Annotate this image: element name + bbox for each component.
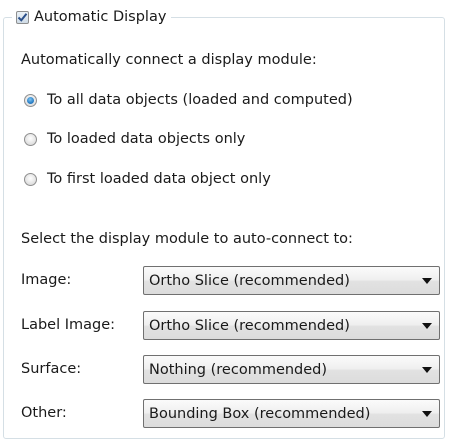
label-image-module-select[interactable]: Ortho Slice (recommended) [143, 311, 440, 340]
radio-button[interactable] [24, 132, 37, 146]
checkmark-icon [17, 12, 28, 22]
radio-first-loaded-object[interactable]: To first loaded data object only [24, 171, 271, 187]
triangle-down-icon [415, 400, 439, 427]
triangle-down-icon [415, 312, 439, 339]
radio-dot-icon [27, 96, 34, 104]
radio-button[interactable] [24, 172, 37, 186]
triangle-down-icon [415, 267, 439, 294]
connect-heading: Automatically connect a display module: [21, 52, 317, 68]
radio-label: To loaded data objects only [47, 131, 246, 147]
image-module-select[interactable]: Ortho Slice (recommended) [143, 266, 440, 295]
triangle-down-icon [415, 356, 439, 383]
surface-module-select[interactable]: Nothing (recommended) [143, 355, 440, 384]
select-value: Nothing (recommended) [149, 361, 328, 378]
radio-label: To first loaded data object only [47, 171, 271, 187]
other-label: Other: [21, 405, 67, 421]
surface-label: Surface: [21, 361, 82, 377]
label-image-label: Label Image: [21, 317, 116, 333]
surface-field-row: Surface: Nothing (recommended) [21, 355, 440, 385]
automatic-display-toggle[interactable]: Automatic Display [12, 4, 172, 30]
module-heading: Select the display module to auto-connec… [21, 231, 353, 247]
radio-loaded-data-objects[interactable]: To loaded data objects only [24, 131, 245, 147]
radio-button[interactable] [24, 93, 37, 107]
select-value: Ortho Slice (recommended) [149, 272, 350, 289]
select-value: Ortho Slice (recommended) [149, 317, 350, 334]
automatic-display-checkbox[interactable] [16, 10, 29, 24]
radio-label: To all data objects (loaded and computed… [47, 92, 353, 108]
select-value: Bounding Box (recommended) [149, 405, 371, 422]
automatic-display-label: Automatic Display [34, 9, 167, 25]
radio-all-data-objects[interactable]: To all data objects (loaded and computed… [24, 92, 353, 108]
label-image-field-row: Label Image: Ortho Slice (recommended) [21, 311, 440, 341]
other-module-select[interactable]: Bounding Box (recommended) [143, 399, 440, 428]
image-field-row: Image: Ortho Slice (recommended) [21, 266, 440, 296]
image-label: Image: [21, 272, 72, 288]
other-field-row: Other: Bounding Box (recommended) [21, 399, 440, 429]
